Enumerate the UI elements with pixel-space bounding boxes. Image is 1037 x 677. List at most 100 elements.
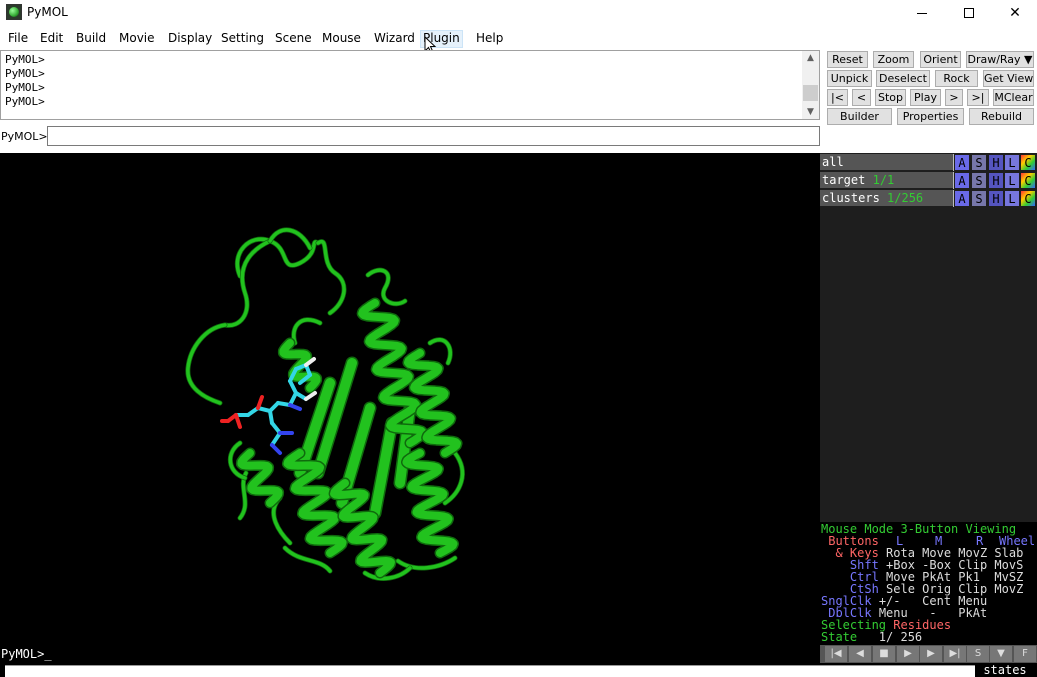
maximize-button[interactable] xyxy=(946,0,992,26)
label-button[interactable]: L xyxy=(1004,172,1020,189)
color-button[interactable]: C xyxy=(1020,190,1036,207)
rock-button[interactable]: Rock xyxy=(935,70,978,87)
hide-button[interactable]: H xyxy=(988,190,1004,207)
get-view-button[interactable]: Get View xyxy=(983,70,1034,87)
loop-shadow xyxy=(185,322,228,406)
color-button[interactable]: C xyxy=(1020,172,1036,189)
prev-frame-button[interactable]: < xyxy=(852,89,871,106)
states-label: states xyxy=(975,663,1035,677)
helix-d xyxy=(283,449,347,557)
output-line: PyMOL> xyxy=(5,67,45,80)
unpick-button[interactable]: Unpick xyxy=(827,70,872,87)
rewind-icon[interactable]: |◀ xyxy=(825,646,847,662)
builder-button[interactable]: Builder xyxy=(827,108,892,125)
ligand-bond xyxy=(304,391,317,401)
play-icon[interactable]: ▶ xyxy=(897,646,919,662)
object-name-text: all xyxy=(822,155,844,169)
action-button[interactable]: A xyxy=(954,154,970,171)
first-frame-button[interactable]: |< xyxy=(827,89,848,106)
menu-file[interactable]: File xyxy=(6,30,30,48)
ligand-bond xyxy=(288,403,302,411)
object-row-all[interactable]: all A S H L C xyxy=(820,154,1037,171)
menu-help[interactable]: Help xyxy=(474,30,505,48)
object-name[interactable]: all xyxy=(820,154,953,171)
object-row-target[interactable]: target 1/1 A S H L C xyxy=(820,172,1037,189)
rebuild-button[interactable]: Rebuild xyxy=(969,108,1034,125)
close-icon: ✕ xyxy=(1009,5,1021,21)
label-button[interactable]: L xyxy=(1004,190,1020,207)
color-button[interactable]: C xyxy=(1020,154,1036,171)
menu-edit[interactable]: Edit xyxy=(38,30,65,48)
ligand-bond xyxy=(256,395,264,410)
viewport-command-line[interactable]: PyMOL>_ xyxy=(0,645,820,663)
object-row-clusters[interactable]: clusters 1/256 A S H L C xyxy=(820,190,1037,207)
3d-viewport[interactable] xyxy=(0,153,820,645)
output-line: PyMOL> xyxy=(5,81,45,94)
output-log[interactable]: PyMOL> PyMOL> PyMOL> PyMOL> ▲ ▼ xyxy=(0,50,820,120)
zoom-button[interactable]: Zoom xyxy=(873,51,914,68)
stop-icon[interactable]: ■ xyxy=(873,646,895,662)
dropdown-icon[interactable]: ▼ xyxy=(990,646,1012,662)
label-button[interactable]: L xyxy=(1004,154,1020,171)
play-button[interactable]: Play xyxy=(910,89,941,106)
hide-button[interactable]: H xyxy=(988,172,1004,189)
full-screen-f-button[interactable]: F xyxy=(1014,646,1036,662)
menu-scene[interactable]: Scene xyxy=(273,30,314,48)
reset-button[interactable]: Reset xyxy=(827,51,868,68)
title-bar: PyMOL ✕ xyxy=(0,0,1037,26)
show-button[interactable]: S xyxy=(971,190,987,207)
object-name[interactable]: target 1/1 xyxy=(820,172,953,189)
minimize-icon xyxy=(917,12,927,14)
action-button[interactable]: A xyxy=(954,190,970,207)
menu-wizard[interactable]: Wizard xyxy=(372,30,417,48)
fast-forward-icon[interactable]: ▶| xyxy=(944,646,966,662)
state-value: 1/ 256 xyxy=(857,630,923,644)
hide-button[interactable]: H xyxy=(988,154,1004,171)
last-frame-button[interactable]: >| xyxy=(967,89,989,106)
movie-control-bar: |◀ ◀ ■ ▶ ▶ ▶| S ▼ F xyxy=(820,645,1037,663)
properties-button[interactable]: Properties xyxy=(897,108,964,125)
orient-button[interactable]: Orient xyxy=(920,51,961,68)
menu-bar: File Edit Build Movie Display Setting Sc… xyxy=(0,26,1037,54)
object-state-count: 1/256 xyxy=(887,191,924,205)
loop-1 xyxy=(316,239,346,315)
scene-s-button[interactable]: S xyxy=(967,646,989,662)
menu-mouse[interactable]: Mouse xyxy=(320,30,363,48)
protein-cartoon xyxy=(185,227,465,581)
ligand-bond xyxy=(288,379,298,395)
status-bar xyxy=(5,665,1035,677)
step-forward-icon[interactable]: ▶ xyxy=(920,646,942,662)
mclear-button[interactable]: MClear xyxy=(993,89,1034,106)
stop-button[interactable]: Stop xyxy=(875,89,906,106)
minimize-button[interactable] xyxy=(899,0,945,26)
action-button[interactable]: A xyxy=(954,172,970,189)
deselect-button[interactable]: Deselect xyxy=(876,70,930,87)
pymol-app-icon xyxy=(6,4,22,20)
maximize-icon xyxy=(964,8,974,18)
protein-ribbon xyxy=(185,227,465,581)
output-line: PyMOL> xyxy=(5,95,45,108)
output-line: PyMOL> xyxy=(5,53,45,66)
command-input[interactable] xyxy=(47,126,820,146)
mouse-mode-panel[interactable]: Mouse Mode 3-Button Viewing Buttons L M R Wh… xyxy=(820,522,1037,645)
scroll-down-icon[interactable]: ▼ xyxy=(802,105,819,119)
object-name[interactable]: clusters 1/256 xyxy=(820,190,953,207)
scroll-up-icon[interactable]: ▲ xyxy=(802,51,819,65)
show-button[interactable]: S xyxy=(971,154,987,171)
menu-setting[interactable]: Setting xyxy=(219,30,266,48)
command-prompt-label: PyMOL> xyxy=(1,130,48,143)
draw-ray-button[interactable]: Draw/Ray ▼ xyxy=(966,51,1034,68)
next-frame-button[interactable]: > xyxy=(945,89,963,106)
menu-movie[interactable]: Movie xyxy=(117,30,157,48)
close-button[interactable]: ✕ xyxy=(992,0,1037,26)
menu-build[interactable]: Build xyxy=(74,30,108,48)
output-scrollbar[interactable]: ▲ ▼ xyxy=(802,51,819,119)
ligand-bond xyxy=(270,443,282,455)
step-back-icon[interactable]: ◀ xyxy=(849,646,871,662)
show-button[interactable]: S xyxy=(971,172,987,189)
ligand-bond xyxy=(288,391,298,407)
object-name-text: target xyxy=(822,173,866,187)
menu-display[interactable]: Display xyxy=(166,30,214,48)
scroll-thumb[interactable] xyxy=(803,85,818,101)
state-row: State 1/ 256 xyxy=(821,631,922,643)
